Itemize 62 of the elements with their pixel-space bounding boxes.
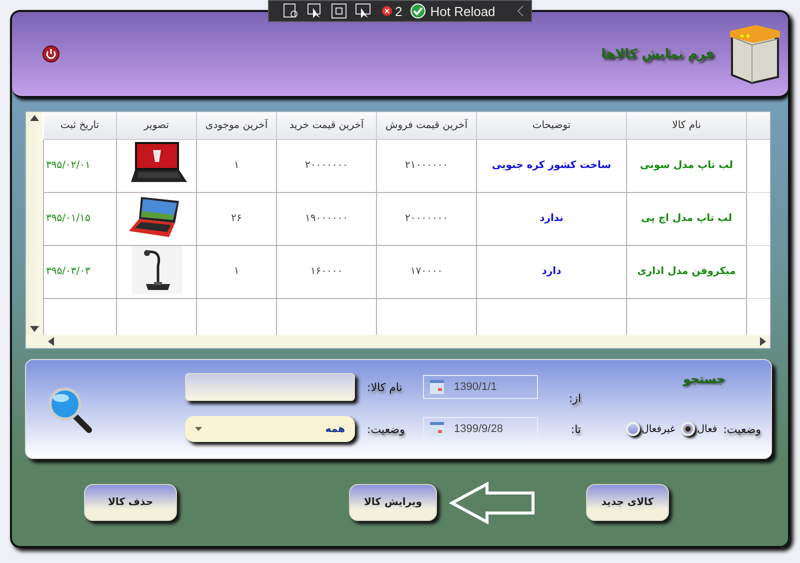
column-header[interactable]: تصویر xyxy=(116,112,196,139)
column-header[interactable]: آخرین قیمت خرید xyxy=(276,112,376,139)
edit-button[interactable]: ویرایش کالا xyxy=(349,484,437,521)
table-cell: ۱ xyxy=(196,139,276,192)
table-cell: لب تاپ مدل اچ پی xyxy=(626,192,746,245)
power-icon[interactable] xyxy=(42,45,60,63)
status-radio[interactable]: فعال xyxy=(681,422,718,436)
error-count: 2 xyxy=(395,4,402,18)
to-label: تا: xyxy=(570,422,581,436)
column-header[interactable]: نام کالا xyxy=(626,112,746,139)
up-arrow-icon[interactable] xyxy=(30,115,39,121)
inspect-icon[interactable] xyxy=(283,3,299,19)
table-cell: ۳۹۵/۰۳/۰۳ xyxy=(44,245,116,298)
column-header[interactable]: تاریخ ثبت xyxy=(44,112,116,139)
table-cell: ساخت کشور کره جنوبی xyxy=(476,139,626,192)
table-cell: دارد xyxy=(476,245,626,298)
calendar-icon xyxy=(430,422,444,436)
new-button[interactable]: کالای جدید xyxy=(586,484,669,521)
screen-cursor-icon[interactable] xyxy=(355,3,371,19)
name-field[interactable] xyxy=(185,373,355,401)
cursor-icon[interactable] xyxy=(307,3,323,19)
from-label: از: xyxy=(568,392,581,404)
table-cell: ۱ xyxy=(196,245,276,298)
table-cell: ۲۱۰۰۰۰۰۰ xyxy=(376,139,476,192)
table-cell: لب تاپ مدل سونی xyxy=(626,139,746,192)
table-cell: میکروفن مدل اداری xyxy=(626,245,746,298)
table-cell: ۲۶ xyxy=(196,192,276,245)
box-icon xyxy=(728,23,780,85)
status-radio[interactable]: غیرفعال xyxy=(626,422,676,436)
status-label: وضعیت: xyxy=(367,422,405,436)
vertical-scrollbar[interactable] xyxy=(26,112,43,335)
table-cell: ندارد xyxy=(476,192,626,245)
window-title: فرم نمایش کالاها xyxy=(601,46,714,62)
table-cell: ۱۹۰۰۰۰۰۰ xyxy=(276,192,376,245)
column-header[interactable]: توضیحات xyxy=(476,112,626,139)
status-dropdown[interactable]: همه xyxy=(185,416,355,442)
right-arrow-icon[interactable] xyxy=(760,337,766,346)
check-circle-icon xyxy=(410,3,426,19)
left-arrow-icon[interactable] xyxy=(48,337,54,346)
status-label: وضعیت: xyxy=(723,422,761,436)
horizontal-scrollbar[interactable] xyxy=(26,335,770,348)
square-icon[interactable] xyxy=(331,3,347,19)
table-cell: ۱۷۰۰۰۰ xyxy=(376,245,476,298)
table-cell: ۱۶۰۰۰۰ xyxy=(276,245,376,298)
delete-button[interactable]: حذف کالا xyxy=(84,484,177,521)
arrow-icon xyxy=(449,480,537,524)
column-header[interactable]: آخرین قیمت فروش xyxy=(376,112,476,139)
hot-reload-label[interactable]: Hot Reload xyxy=(430,4,496,18)
to-date-field[interactable]: 1399/9/28 xyxy=(423,417,538,441)
table-cell: ۲۰۰۰۰۰۰۰ xyxy=(276,139,376,192)
error-icon[interactable] xyxy=(379,3,395,19)
chevron-left-icon[interactable] xyxy=(517,5,525,17)
from-date-field[interactable]: 1390/1/1 xyxy=(423,375,538,399)
down-arrow-icon[interactable] xyxy=(30,326,39,332)
table-cell: ۳۹۵/۰۲/۰۱ xyxy=(44,139,116,192)
table-cell: ۳۹۵/۰۱/۱۵ xyxy=(44,192,116,245)
table-cell: ۲۰۰۰۰۰۰۰ xyxy=(376,192,476,245)
calendar-icon xyxy=(430,380,444,394)
column-header[interactable]: آخرین موجودی xyxy=(196,112,276,139)
name-label: نام کالا: xyxy=(367,380,402,394)
search-title: جستجو xyxy=(683,372,725,386)
caret-icon xyxy=(195,427,202,431)
